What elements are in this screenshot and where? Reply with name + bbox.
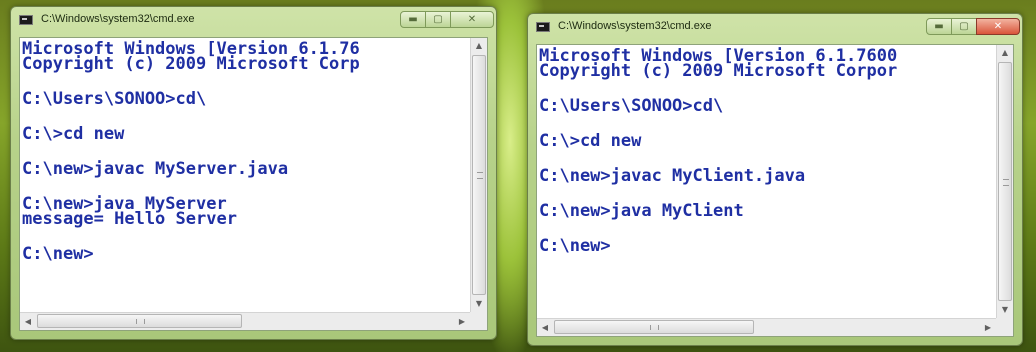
scroll-left-icon[interactable]: ◀ [537,319,553,336]
horizontal-scrollbar[interactable]: ◀ ▶ [20,312,470,330]
scroll-left-icon[interactable]: ◀ [20,313,36,330]
grip-icon [1003,178,1009,186]
cmd-app-icon[interactable] [536,22,550,32]
minimize-icon: ▬ [934,21,944,32]
window-controls: ▬ ▢ ✕ [926,18,1020,36]
scroll-up-icon[interactable]: ▲ [997,45,1013,61]
console-line: Copyright (c) 2009 Microsoft Corp [22,54,360,74]
window-title: C:\Windows\system32\cmd.exe [41,13,195,25]
close-button[interactable]: ✕ [450,11,494,28]
maximize-button[interactable]: ▢ [951,18,977,35]
close-icon: ✕ [993,21,1003,32]
vertical-scroll-thumb[interactable] [998,62,1012,301]
window-title: C:\Windows\system32\cmd.exe [558,20,712,32]
maximize-icon: ▢ [433,14,443,25]
console-line: C:\new>javac MyServer.java [22,159,289,179]
scroll-up-icon[interactable]: ▲ [471,38,487,54]
vertical-scrollbar[interactable]: ▲ ▼ [996,45,1013,318]
vertical-scrollbar[interactable]: ▲ ▼ [470,38,487,312]
console-output: Microsoft Windows [Version 6.1.7600 Copy… [537,45,996,318]
scroll-down-icon[interactable]: ▼ [471,296,487,312]
console-line: C:\new>javac MyClient.java [539,166,806,186]
horizontal-scrollbar[interactable]: ◀ ▶ [537,318,996,336]
console-output: Microsoft Windows [Version 6.1.76 Copyri… [20,38,470,312]
cmd-app-icon[interactable] [19,15,33,25]
console-line: C:\>cd new [539,131,642,151]
console-line: C:\Users\SONOO>cd\ [539,96,724,116]
maximize-icon: ▢ [959,21,969,32]
grip-icon [650,325,659,330]
console-line: C:\Users\SONOO>cd\ [22,89,207,109]
console-line: Copyright (c) 2009 Microsoft Corpor [539,61,898,81]
minimize-button[interactable]: ▬ [400,11,426,28]
maximize-button[interactable]: ▢ [425,11,451,28]
cmd-window-client[interactable]: C:\Windows\system32\cmd.exe ▬ ▢ ✕ Micros… [527,13,1023,346]
console-line: C:\new> [539,236,611,256]
title-bar[interactable]: C:\Windows\system32\cmd.exe ▬ ▢ ✕ [528,14,1022,42]
scroll-right-icon[interactable]: ▶ [454,313,470,330]
console-area[interactable]: Microsoft Windows [Version 6.1.76 Copyri… [19,37,488,331]
horizontal-scroll-thumb[interactable] [37,314,242,328]
minimize-icon: ▬ [408,14,418,25]
minimize-button[interactable]: ▬ [926,18,952,35]
grip-icon [135,319,145,324]
horizontal-scroll-thumb[interactable] [554,320,754,334]
window-controls: ▬ ▢ ✕ [400,11,494,29]
close-button[interactable]: ✕ [976,18,1020,35]
scrollbar-corner [470,312,487,330]
close-icon: ✕ [467,14,477,25]
console-area[interactable]: Microsoft Windows [Version 6.1.7600 Copy… [536,44,1014,337]
console-line: C:\new> [22,244,94,264]
scroll-down-icon[interactable]: ▼ [997,302,1013,318]
console-line: C:\>cd new [22,124,125,144]
scroll-right-icon[interactable]: ▶ [980,319,996,336]
title-bar[interactable]: C:\Windows\system32\cmd.exe ▬ ▢ ✕ [11,7,496,35]
cmd-window-server[interactable]: C:\Windows\system32\cmd.exe ▬ ▢ ✕ Micros… [10,6,497,340]
console-line: C:\new>java MyClient [539,201,744,221]
scrollbar-corner [996,318,1013,336]
vertical-scroll-thumb[interactable] [472,55,486,295]
console-line: message= Hello Server [22,209,237,229]
grip-icon [477,172,483,179]
